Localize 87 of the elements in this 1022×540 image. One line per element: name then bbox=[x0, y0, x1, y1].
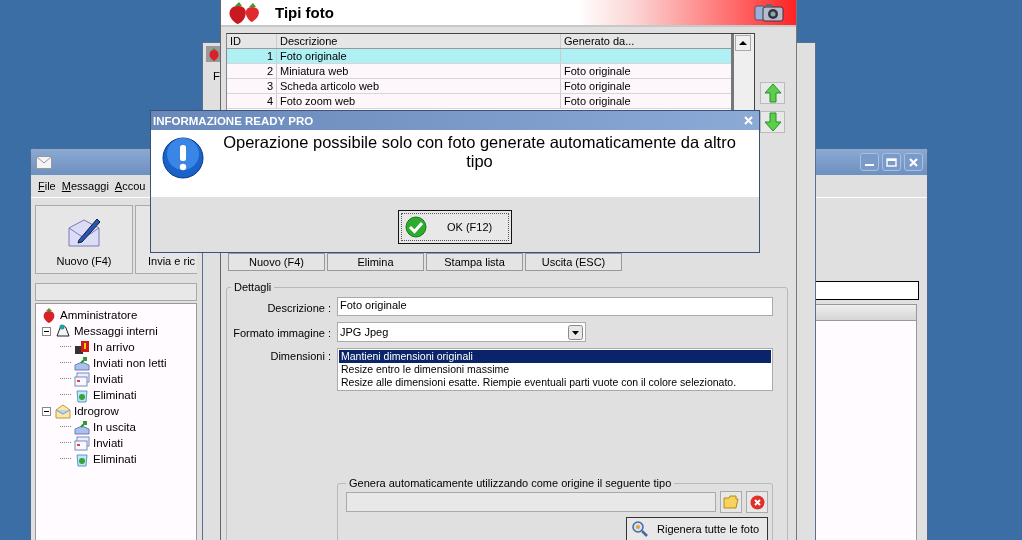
close-button[interactable] bbox=[904, 153, 923, 171]
collapse-toggle[interactable] bbox=[41, 326, 52, 336]
action-button[interactable]: Elimina bbox=[327, 253, 424, 271]
label: F bbox=[213, 70, 221, 82]
group-title: Dettagli bbox=[233, 281, 273, 293]
table-cell: 3 bbox=[227, 79, 277, 93]
envelope-icon bbox=[36, 155, 52, 169]
tree-item[interactable]: Inviati bbox=[93, 373, 124, 385]
group-title: Genera automaticamente utilizzando come origine il seguente tipo bbox=[348, 477, 673, 489]
bell-icon bbox=[55, 323, 71, 339]
menu-item[interactable]: Accou bbox=[114, 180, 146, 192]
field-label: Descrizione : bbox=[266, 300, 331, 314]
action-button[interactable]: Nuovo (F4) bbox=[228, 253, 325, 271]
camera-icon bbox=[754, 2, 786, 23]
column-header[interactable]: Descrizione bbox=[277, 34, 561, 48]
table-row[interactable]: 3 Scheda articolo web Foto originale bbox=[227, 79, 731, 94]
ok-button[interactable]: OK (F12) bbox=[398, 210, 512, 244]
table-cell-text: Foto originale bbox=[563, 65, 632, 77]
mailbox-icon bbox=[74, 339, 90, 355]
search-field[interactable] bbox=[35, 283, 197, 301]
list-option[interactable]: Resize alle dimensioni esatte. Riempie eventuali parti vuote con il colore selezionato. bbox=[339, 376, 771, 389]
magnifier-icon bbox=[631, 520, 649, 538]
minimize-button[interactable] bbox=[860, 153, 879, 171]
tree-item[interactable]: Idrogrow bbox=[74, 405, 119, 417]
table-cell: Foto originale bbox=[277, 49, 561, 63]
table-cell-text: Foto originale bbox=[563, 80, 632, 92]
close-icon bbox=[908, 156, 919, 168]
dialog-message: Operazione possibile solo con foto generate automaticamente da altro tipo bbox=[222, 132, 737, 171]
list-option[interactable]: Resize entro le dimensioni massime bbox=[339, 363, 771, 376]
table-cell: Miniatura web bbox=[277, 64, 561, 78]
description-field[interactable]: Foto originale bbox=[337, 297, 773, 316]
minimize-icon bbox=[865, 164, 874, 166]
table-cell-text: Foto originale bbox=[563, 95, 632, 107]
table-cell: 2 bbox=[227, 64, 277, 78]
delete-icon bbox=[749, 494, 765, 510]
table-cell: Foto zoom web bbox=[277, 94, 561, 108]
action-button[interactable]: Uscita (ESC) bbox=[525, 253, 622, 271]
table-row[interactable]: 2 Miniatura web Foto originale bbox=[227, 64, 731, 79]
envelope-arrow-icon bbox=[74, 355, 90, 371]
scroll-up-icon[interactable] bbox=[735, 35, 751, 51]
envelope-arrow-icon bbox=[74, 419, 90, 435]
input-field[interactable] bbox=[813, 281, 919, 300]
browse-button[interactable] bbox=[720, 491, 742, 513]
exclamation-icon bbox=[162, 137, 204, 179]
envelope-pen-icon bbox=[67, 216, 101, 248]
menu-item[interactable]: Messaggi bbox=[61, 180, 109, 192]
menu-item[interactable]: File bbox=[38, 180, 56, 192]
close-icon bbox=[743, 116, 753, 125]
table-cell: 4 bbox=[227, 94, 277, 108]
strawberry-icon bbox=[41, 307, 57, 323]
check-icon bbox=[405, 216, 427, 238]
table-cell: 1 bbox=[227, 49, 277, 63]
toolbar-button[interactable]: Nuovo (F4) bbox=[35, 205, 133, 274]
envelope-stack-icon bbox=[74, 371, 90, 387]
recycle-bin-icon bbox=[74, 387, 90, 403]
tree-item[interactable]: In arrivo bbox=[93, 341, 135, 353]
collapse-toggle[interactable] bbox=[41, 406, 52, 416]
folder-icon bbox=[723, 495, 739, 509]
field-label: Formato immagine : bbox=[232, 326, 331, 339]
action-button[interactable]: Stampa lista bbox=[426, 253, 523, 271]
tree-item[interactable]: Messaggi interni bbox=[74, 325, 158, 337]
tree-item[interactable]: Eliminati bbox=[93, 453, 137, 465]
tree-item[interactable]: In uscita bbox=[93, 421, 136, 433]
tree-item[interactable]: Amministratore bbox=[60, 309, 138, 321]
recycle-bin-icon bbox=[74, 451, 90, 467]
column-header[interactable]: Generato da... bbox=[561, 35, 638, 47]
window-title: Tipi foto bbox=[275, 4, 334, 21]
regenerate-button[interactable]: Rigenera tutte le foto bbox=[626, 517, 768, 540]
column-header[interactable]: ID bbox=[227, 34, 277, 48]
move-up-button[interactable] bbox=[760, 82, 785, 104]
envelope-icon bbox=[55, 403, 71, 419]
move-down-button[interactable] bbox=[760, 111, 785, 133]
maximize-button[interactable] bbox=[882, 153, 901, 171]
tree-item[interactable]: Eliminati bbox=[93, 389, 137, 401]
dialog-title: INFORMAZIONE READY PRO bbox=[153, 114, 314, 127]
table-row[interactable]: 1 Foto originale bbox=[227, 49, 731, 64]
tree-item[interactable]: Inviati non letti bbox=[93, 357, 167, 369]
table-cell: Scheda articolo web bbox=[277, 79, 561, 93]
maximize-icon bbox=[886, 156, 897, 168]
tree-item[interactable]: Inviati bbox=[93, 437, 124, 449]
format-dropdown[interactable]: JPG Jpeg bbox=[337, 322, 586, 342]
source-type-field[interactable] bbox=[346, 492, 716, 512]
field-label: Dimensioni : bbox=[269, 349, 331, 362]
envelope-stack-icon bbox=[74, 435, 90, 451]
table-row[interactable]: 4 Foto zoom web Foto originale bbox=[227, 94, 731, 109]
list-option[interactable]: Mantieni dimensioni originali bbox=[339, 350, 771, 363]
clear-button[interactable] bbox=[746, 491, 768, 513]
